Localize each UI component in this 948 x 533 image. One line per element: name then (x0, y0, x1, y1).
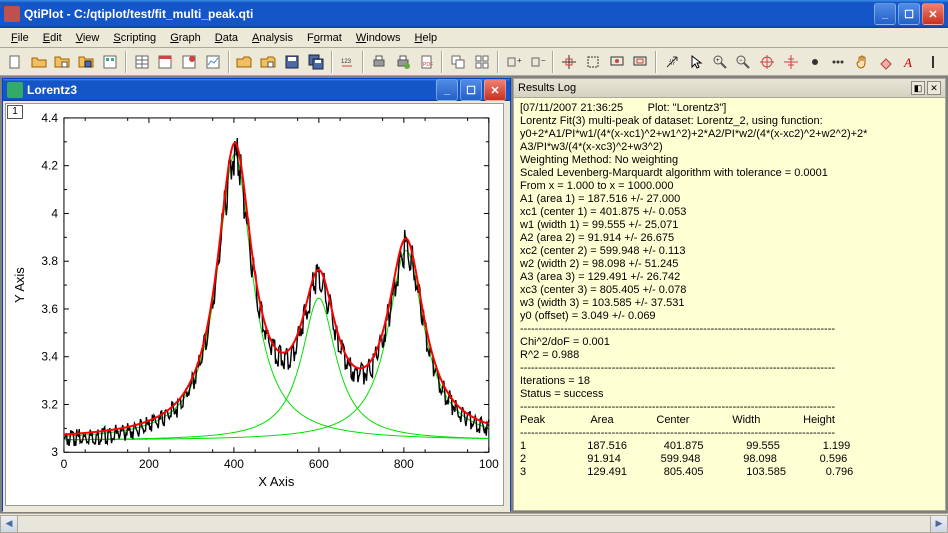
grid-button[interactable] (471, 51, 493, 73)
svg-text:PDF: PDF (423, 62, 433, 68)
open-folder-button[interactable] (234, 51, 256, 73)
svg-text:−: − (739, 58, 743, 64)
plot-maximize-button[interactable]: ☐ (460, 79, 482, 101)
toolbar: 123 PDF + − + − A (0, 48, 948, 76)
export-pdf-button[interactable]: PDF (416, 51, 438, 73)
select-button[interactable] (582, 51, 604, 73)
svg-text:3.8: 3.8 (41, 254, 58, 268)
plot-area[interactable]: 3 3.2 3.4 3.6 3.8 4 4.2 4.4 0 200 400 600 800 100 X Ax… (5, 103, 504, 506)
menu-help[interactable]: Help (408, 30, 445, 46)
menu-view[interactable]: View (69, 30, 107, 46)
new-table-button[interactable] (131, 51, 153, 73)
target-button[interactable] (756, 51, 778, 73)
hand-button[interactable] (851, 51, 873, 73)
eraser-button[interactable] (875, 51, 897, 73)
svg-text:0: 0 (61, 457, 68, 471)
svg-text:4: 4 (51, 206, 58, 220)
undock-button[interactable]: ◧ (911, 81, 925, 95)
plot-title: Lorentz3 (27, 83, 434, 97)
svg-text:800: 800 (394, 457, 414, 471)
plot-icon (7, 82, 23, 98)
svg-text:3: 3 (51, 445, 58, 459)
plot-minimize-button[interactable]: _ (436, 79, 458, 101)
menu-graph[interactable]: Graph (163, 30, 208, 46)
menu-windows[interactable]: Windows (349, 30, 408, 46)
svg-text:3.2: 3.2 (41, 397, 58, 411)
print-button[interactable] (368, 51, 390, 73)
new-note-button[interactable] (178, 51, 200, 73)
arrow-tool-button[interactable] (661, 51, 683, 73)
open-button[interactable] (28, 51, 50, 73)
maximize-button[interactable]: ☐ (898, 3, 920, 25)
explorer-button[interactable] (51, 51, 73, 73)
reader-button[interactable] (558, 51, 580, 73)
svg-text:600: 600 (309, 457, 329, 471)
main-title: QtiPlot - C:/qtiplot/test/fit_multi_peak… (24, 7, 872, 21)
results-log-panel: Results Log ◧ ✕ [07/11/2007 21:36:25 Plo… (513, 78, 946, 511)
layer-badge[interactable]: 1 (7, 105, 23, 119)
counter-button[interactable]: 123 (337, 51, 359, 73)
new-graph-button[interactable] (202, 51, 224, 73)
close-log-button[interactable]: ✕ (927, 81, 941, 95)
menu-data[interactable]: Data (208, 30, 245, 46)
disk-save-button[interactable] (281, 51, 303, 73)
svg-text:100: 100 (479, 457, 499, 471)
scroll-right-button[interactable]: ▶ (930, 515, 948, 533)
save-template-button[interactable] (99, 51, 121, 73)
results-log-title: Results Log (518, 82, 909, 94)
svg-text:Y Axis: Y Axis (12, 267, 27, 303)
svg-text:−: − (541, 56, 546, 65)
plot-close-button[interactable]: ✕ (484, 79, 506, 101)
svg-text:+: + (517, 56, 522, 65)
svg-text:+: + (716, 58, 720, 64)
app-icon (4, 6, 20, 22)
plot-window: Lorentz3 _ ☐ ✕ 1 3 3.2 3.4 3.6 3.8 4 4.2 4.4 0 20… (2, 78, 511, 511)
new-project-button[interactable] (4, 51, 26, 73)
svg-text:123: 123 (341, 59, 352, 65)
pointer-button[interactable] (685, 51, 707, 73)
dot-tool-button[interactable] (804, 51, 826, 73)
close-button[interactable]: ✕ (922, 3, 944, 25)
duplicate-button[interactable] (447, 51, 469, 73)
statusbar: ◀ ▶ (0, 513, 948, 533)
svg-text:4.2: 4.2 (41, 159, 58, 173)
svg-text:3.4: 3.4 (41, 350, 58, 364)
svg-text:3.6: 3.6 (41, 302, 58, 316)
add-layer-button[interactable]: + (503, 51, 525, 73)
menu-file[interactable]: File (4, 30, 36, 46)
svg-text:4.4: 4.4 (41, 111, 58, 125)
menubar: File Edit View Scripting Graph Data Anal… (0, 28, 948, 48)
main-titlebar: QtiPlot - C:/qtiplot/test/fit_multi_peak… (0, 0, 948, 28)
svg-text:A: A (903, 55, 912, 70)
menu-scripting[interactable]: Scripting (106, 30, 163, 46)
zoom-out-button[interactable]: − (733, 51, 755, 73)
svg-text:200: 200 (139, 457, 159, 471)
screen-reader-button[interactable] (606, 51, 628, 73)
text-button[interactable]: A (899, 51, 921, 73)
svg-text:X Axis: X Axis (258, 474, 294, 489)
menu-edit[interactable]: Edit (36, 30, 69, 46)
crosshair-button[interactable] (780, 51, 802, 73)
menu-analysis[interactable]: Analysis (245, 30, 300, 46)
move-point-button[interactable] (630, 51, 652, 73)
workspace: Lorentz3 _ ☐ ✕ 1 3 3.2 3.4 3.6 3.8 4 4.2 4.4 0 20… (0, 76, 948, 513)
menu-format[interactable]: Format (300, 30, 349, 46)
print-all-button[interactable] (392, 51, 414, 73)
scroll-left-button[interactable]: ◀ (0, 515, 18, 533)
results-log-body[interactable]: [07/11/2007 21:36:25 Plot: "Lorentz3"] L… (513, 98, 946, 511)
open-template-button[interactable] (257, 51, 279, 73)
dotted-tool-button[interactable] (828, 51, 850, 73)
line-button[interactable] (922, 51, 944, 73)
disk-save-all-button[interactable] (305, 51, 327, 73)
remove-layer-button[interactable]: − (527, 51, 549, 73)
scroll-track[interactable] (18, 515, 930, 533)
zoom-in-button[interactable]: + (709, 51, 731, 73)
new-matrix-button[interactable] (154, 51, 176, 73)
minimize-button[interactable]: _ (874, 3, 896, 25)
svg-text:400: 400 (224, 457, 244, 471)
save-button[interactable] (75, 51, 97, 73)
